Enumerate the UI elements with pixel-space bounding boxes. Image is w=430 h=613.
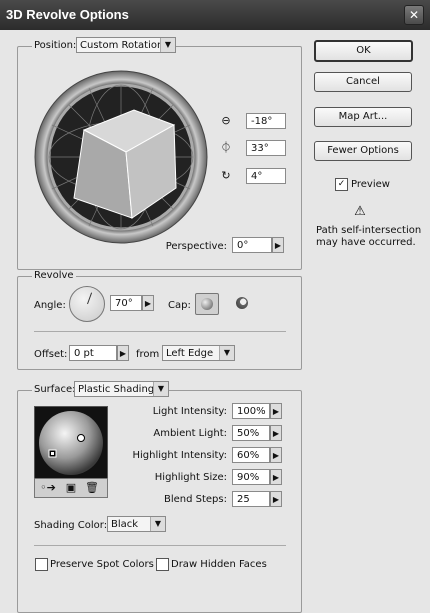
angle-dial[interactable] — [69, 286, 105, 322]
chevron-down-icon: ▼ — [153, 382, 168, 396]
warning-text-line1: Path self-intersection — [316, 225, 422, 236]
warning-icon: ⚠ — [354, 204, 366, 219]
highlight-intensity-field[interactable]: 60% — [232, 447, 270, 463]
close-icon: ✕ — [408, 8, 420, 22]
surface-dropdown[interactable]: Plastic Shading ▼ — [74, 381, 169, 397]
lighting-preview[interactable] — [34, 406, 108, 480]
blend-steps-field[interactable]: 25 — [232, 491, 270, 507]
fewer-options-button[interactable]: Fewer Options — [314, 141, 412, 161]
preview-label: Preview — [351, 179, 390, 190]
draw-hidden-faces-checkbox[interactable] — [156, 558, 169, 571]
cap-hollow-icon — [236, 297, 248, 309]
offset-field[interactable]: 0 pt — [69, 345, 117, 361]
z-rotation-field[interactable]: 4° — [246, 168, 286, 184]
from-dropdown-value: Left Edge — [166, 348, 214, 359]
revolve-label: Revolve — [32, 270, 76, 281]
ambient-light-label: Ambient Light: — [153, 428, 227, 439]
highlight-intensity-label: Highlight Intensity: — [132, 450, 228, 461]
blend-steps-label: Blend Steps: — [163, 494, 227, 505]
from-dropdown[interactable]: Left Edge ▼ — [162, 345, 235, 361]
rotation-track-cube[interactable] — [34, 70, 208, 244]
cap-label: Cap: — [168, 300, 191, 311]
light-intensity-field[interactable]: 100% — [232, 403, 270, 419]
surface-dropdown-value: Plastic Shading — [78, 384, 155, 395]
draw-hidden-faces-label: Draw Hidden Faces — [171, 559, 267, 570]
new-light-icon[interactable]: ▣ — [65, 482, 77, 493]
close-button[interactable]: ✕ — [404, 5, 424, 25]
y-rotation-field[interactable]: 33° — [246, 140, 286, 156]
offset-stepper[interactable]: ▶ — [117, 345, 129, 361]
warning-text-line2: may have occurred. — [316, 237, 416, 248]
lighting-tools: ◦➔ ▣ 🗑 — [34, 478, 108, 498]
revolve-divider — [34, 331, 286, 332]
light-intensity-stepper[interactable]: ▶ — [270, 403, 282, 419]
cancel-button[interactable]: Cancel — [314, 72, 412, 92]
dialog-body: Position: Custom Rotation ▼ ⊖ -18° ⏀ 33°… — [0, 30, 430, 613]
perspective-field[interactable]: 0° — [232, 237, 272, 253]
cap-off-button[interactable] — [231, 293, 253, 313]
chevron-down-icon: ▼ — [150, 517, 165, 531]
angle-stepper[interactable]: ▶ — [142, 295, 154, 311]
ambient-light-field[interactable]: 50% — [232, 425, 270, 441]
from-label: from — [136, 349, 160, 360]
angle-dial-needle — [87, 292, 93, 305]
chevron-down-icon: ▼ — [219, 346, 234, 360]
x-rotation-field[interactable]: -18° — [246, 113, 286, 129]
move-light-to-back-icon[interactable]: ◦➔ — [39, 482, 57, 493]
ok-button[interactable]: OK — [314, 40, 413, 62]
ambient-light-stepper[interactable]: ▶ — [270, 425, 282, 441]
delete-light-icon[interactable]: 🗑 — [85, 482, 99, 493]
highlight-size-label: Highlight Size: — [154, 472, 227, 483]
x-axis-rotation-icon: ⊖ — [221, 114, 231, 127]
track-cube-graphic — [34, 70, 208, 244]
preserve-spot-colors-label: Preserve Spot Colors — [50, 559, 154, 570]
light-intensity-label: Light Intensity: — [152, 406, 227, 417]
cap-on-button[interactable] — [195, 293, 219, 315]
surface-label: Surface: — [32, 384, 78, 395]
position-label: Position: — [32, 40, 79, 51]
highlight-size-field[interactable]: 90% — [232, 469, 270, 485]
shading-color-value: Black — [111, 519, 139, 530]
y-axis-rotation-icon: ⏀ — [220, 141, 232, 154]
highlight-size-stepper[interactable]: ▶ — [270, 469, 282, 485]
perspective-label: Perspective: — [165, 241, 227, 252]
window-title: 3D Revolve Options — [6, 7, 129, 22]
offset-label: Offset: — [34, 349, 68, 360]
angle-field[interactable]: 70° — [110, 295, 142, 311]
chevron-down-icon: ▼ — [160, 38, 175, 52]
position-dropdown-value: Custom Rotation — [80, 40, 164, 51]
angle-label: Angle: — [34, 300, 66, 311]
perspective-stepper[interactable]: ▶ — [272, 237, 284, 253]
blend-steps-stepper[interactable]: ▶ — [270, 491, 282, 507]
preserve-spot-colors-checkbox[interactable] — [35, 558, 48, 571]
cap-solid-icon — [201, 298, 213, 310]
title-bar: 3D Revolve Options ✕ — [0, 0, 430, 30]
map-art-button[interactable]: Map Art... — [314, 107, 412, 127]
z-axis-rotation-icon: ↻ — [221, 169, 231, 182]
preview-checkbox[interactable]: ✓ — [335, 178, 348, 191]
lighting-sphere — [39, 411, 103, 475]
position-dropdown[interactable]: Custom Rotation ▼ — [76, 37, 176, 53]
shading-color-dropdown[interactable]: Black ▼ — [107, 516, 166, 532]
shading-color-label: Shading Color: — [34, 520, 108, 531]
surface-divider — [34, 545, 286, 546]
highlight-intensity-stepper[interactable]: ▶ — [270, 447, 282, 463]
